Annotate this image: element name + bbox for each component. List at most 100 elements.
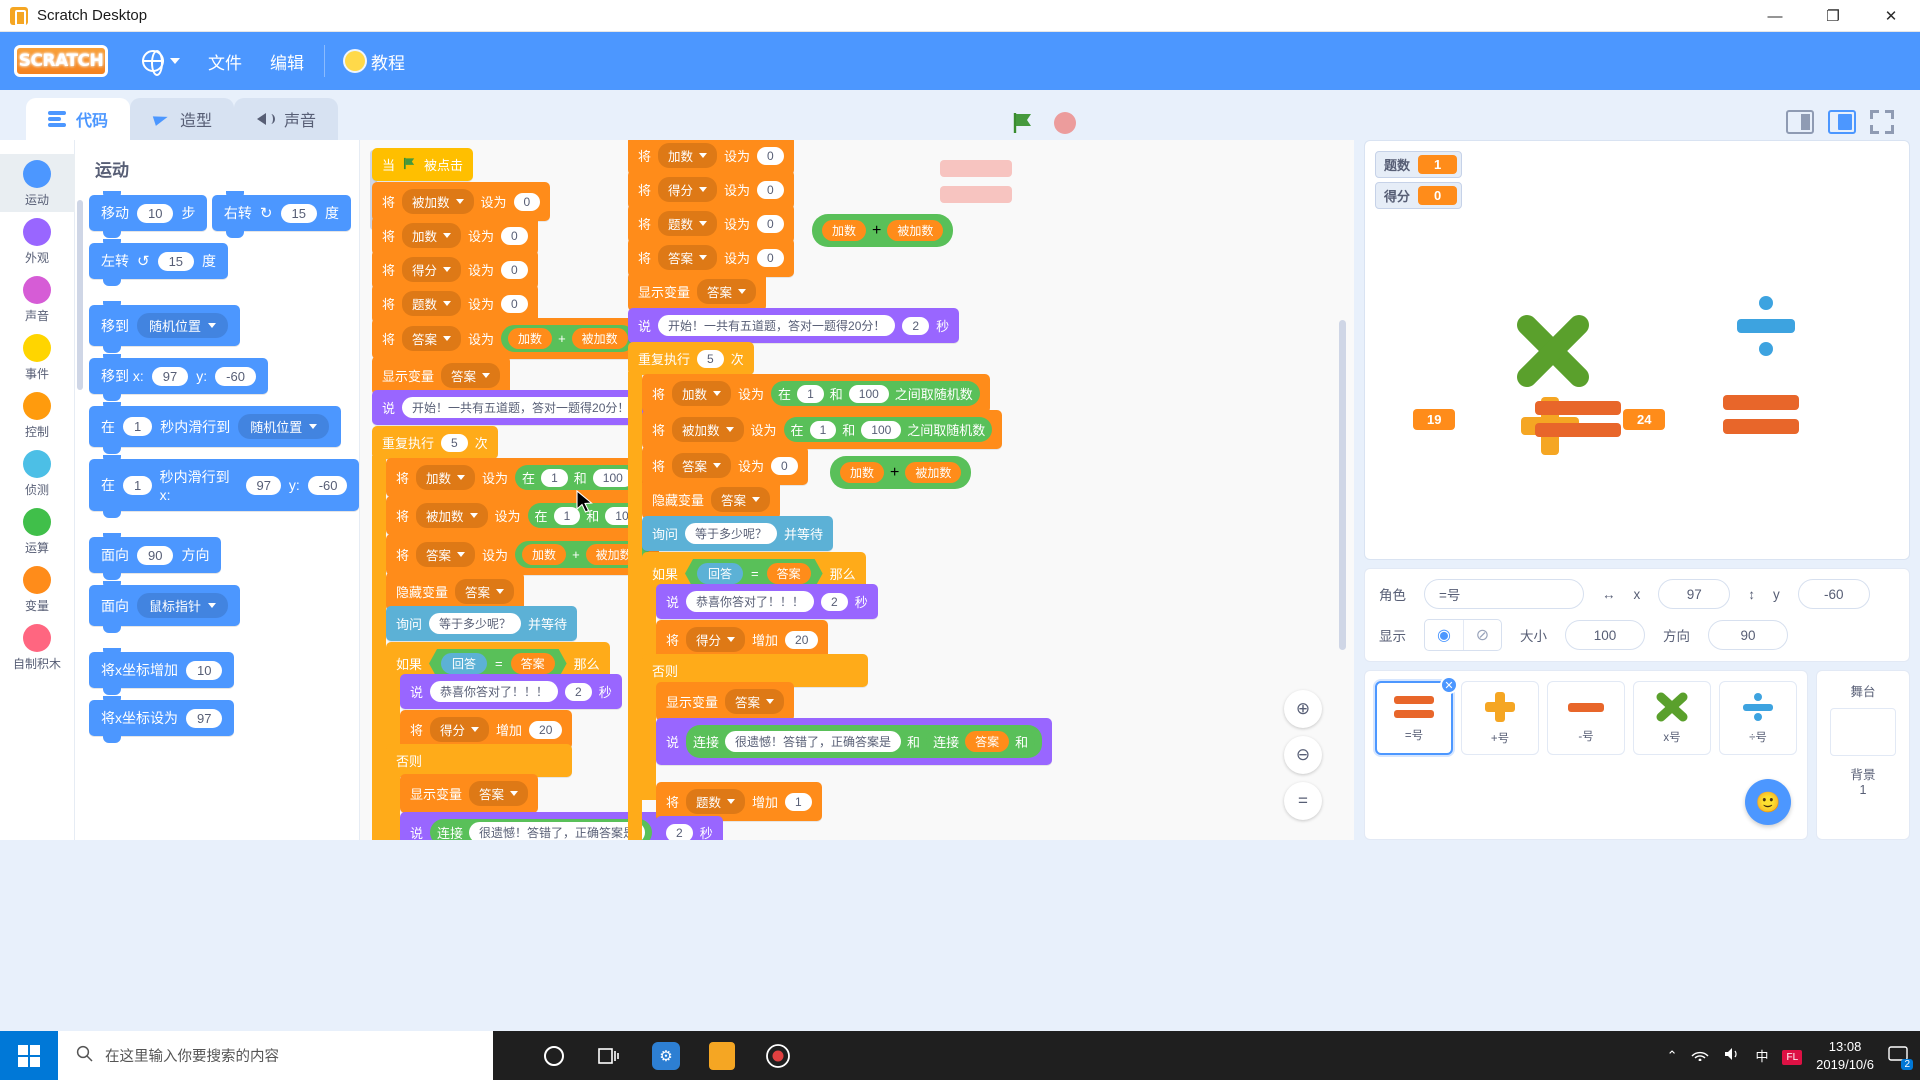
palette-block-turn-left[interactable]: 左转 ↺ 15 度 [89, 239, 229, 286]
palette-block-glide-xy[interactable]: 在 1 秒内滑行到 x: 97 y: -60 [89, 455, 359, 518]
delete-sprite-icon[interactable]: ✕ [1440, 676, 1458, 694]
variable-reporter-addend[interactable]: 加数 [522, 544, 567, 565]
variable-reporter-addend[interactable]: 加数 [840, 462, 885, 483]
close-button[interactable]: ✕ [1862, 0, 1920, 32]
variable-dropdown-addend[interactable]: 加数 [402, 223, 462, 248]
ask-question-input[interactable]: 等于多少呢？ [429, 613, 522, 634]
floating-operator-add-2[interactable]: 加数 + 被加数 [830, 456, 972, 489]
eye-icon[interactable]: ◉ [1425, 620, 1463, 650]
block2-say-correct[interactable]: 说 恭喜你答对了！！！ 2 秒 [656, 584, 878, 619]
green-flag-icon[interactable] [1010, 110, 1036, 136]
goto-target-dropdown[interactable]: 随机位置 [137, 313, 229, 338]
variable-dropdown-answer[interactable]: 答案 [402, 326, 462, 351]
palette-block-turn-right[interactable]: 右转 ↻ 15 度 [211, 191, 351, 238]
operator-join-outer[interactable]: 连接 很遗憾！答错了，正确答案是 和 连接 答案 和 [686, 725, 1043, 758]
join-text-input[interactable]: 很遗憾！答错了，正确答案是 [469, 822, 646, 840]
variable-dropdown-score[interactable]: 得分 [430, 717, 490, 742]
block-say-wrong[interactable]: 说 连接 很遗憾！答错了，正确答案是 [400, 812, 663, 840]
glide-xy-y-input[interactable]: -60 [307, 475, 347, 495]
app-blue-icon[interactable]: ⚙ [643, 1036, 689, 1076]
minimize-button[interactable]: — [1746, 0, 1804, 32]
say-secs-input[interactable]: 2 [902, 316, 930, 335]
variable-dropdown-score[interactable]: 得分 [402, 257, 462, 282]
maximize-button[interactable]: ❐ [1804, 0, 1862, 32]
glide-xy-secs-input[interactable]: 1 [123, 475, 152, 495]
block2-show-variable-answer-2[interactable]: 显示变量 答案 [656, 682, 795, 721]
palette-scrollbar[interactable] [77, 200, 83, 390]
add-sprite-button[interactable]: 🙂 [1745, 779, 1791, 825]
sprite-x-input[interactable]: 97 [1658, 579, 1731, 609]
category-operators[interactable]: 运算 [0, 502, 75, 560]
sensing-answer-reporter[interactable]: 回答 [697, 563, 743, 584]
block-else[interactable]: 否则 [386, 744, 573, 777]
variable-dropdown-qcount[interactable]: 题数 [686, 789, 746, 814]
show-variable-dropdown[interactable]: 答案 [697, 279, 757, 304]
operator-pick-random[interactable]: 在 1 和 100 之间取随机数 [771, 381, 980, 406]
zoom-out-button[interactable]: ⊖ [1284, 736, 1322, 774]
random-to-input[interactable]: 100 [861, 420, 902, 439]
menu-tutorials[interactable]: 教程 [331, 42, 419, 81]
fullscreen-icon[interactable] [1870, 110, 1894, 134]
block2-say-tail[interactable]: 2 秒 [656, 816, 723, 840]
set-value-input[interactable]: 0 [771, 456, 798, 475]
set-value-input[interactable]: 0 [513, 192, 541, 211]
palette-block-glide-to[interactable]: 在 1 秒内滑行到 随机位置 [89, 402, 342, 454]
change-amount-input[interactable]: 1 [785, 792, 812, 811]
menu-edit[interactable]: 编辑 [256, 42, 318, 81]
zoom-reset-button[interactable]: = [1284, 782, 1322, 820]
block2-show-variable-answer[interactable]: 显示变量 答案 [628, 272, 767, 311]
language-menu[interactable] [128, 43, 194, 79]
stage-sprite-divide[interactable] [1731, 291, 1801, 366]
variable-dropdown-addend[interactable]: 加数 [416, 465, 476, 490]
block-set-addend-random[interactable]: 将 加数 设为 在 1 和 100 [386, 458, 650, 497]
say-text-input[interactable]: 开始！一共有五道题，答对一题得20分！ [402, 397, 640, 418]
sensing-answer-reporter[interactable]: 回答 [441, 653, 487, 674]
change-amount-input[interactable]: 20 [785, 630, 819, 649]
show-variable-dropdown[interactable]: 答案 [469, 781, 529, 806]
block-set-augend-random[interactable]: 将 被加数 设为 在 1 和 100 [386, 496, 663, 535]
say-secs-input[interactable]: 2 [565, 682, 592, 701]
say-text-input[interactable]: 恭喜你答对了！！！ [430, 681, 559, 702]
set-value-input[interactable]: 0 [757, 214, 784, 233]
operator-join-inner[interactable]: 连接 答案 和 [926, 728, 1036, 755]
block2-repeat-5[interactable]: 重复执行 5 次 [628, 342, 754, 375]
code-workspace[interactable]: 当 被点击 将 被加数 设为 0 将 加数 设为 0 将 得分 设为 0 将 题… [360, 140, 1360, 840]
tab-code[interactable]: 代码 [26, 98, 131, 140]
set-x-input[interactable]: 97 [186, 708, 223, 728]
join-text-input[interactable]: 很遗憾！答错了，正确答案是 [725, 731, 902, 752]
floating-operator-add-1[interactable]: 加数 + 被加数 [812, 214, 954, 247]
zoom-in-button[interactable]: ⊕ [1284, 690, 1322, 728]
taskbar-search[interactable]: 在这里输入你要搜索的内容 [58, 1031, 493, 1080]
variable-dropdown-qcount[interactable]: 题数 [658, 211, 718, 236]
goto-y-input[interactable]: -60 [215, 366, 256, 386]
palette-block-set-x[interactable]: 将x坐标设为 97 [89, 696, 235, 743]
point-direction-input[interactable]: 90 [137, 545, 174, 565]
stage-area[interactable]: 题数 1 得分 0 19 24 [1364, 140, 1910, 560]
change-x-input[interactable]: 10 [186, 660, 223, 680]
sprite-card-equals[interactable]: ✕ =号 [1375, 676, 1458, 755]
turn-right-degrees-input[interactable]: 15 [280, 203, 317, 223]
menu-file[interactable]: 文件 [194, 42, 256, 81]
block-show-variable-answer-2[interactable]: 显示变量 答案 [400, 774, 539, 813]
show-variable-dropdown[interactable]: 答案 [725, 689, 785, 714]
random-to-input[interactable]: 100 [848, 384, 889, 403]
windows-start-icon[interactable] [0, 1031, 58, 1080]
random-from-input[interactable]: 1 [797, 384, 824, 403]
set-value-input[interactable]: 0 [501, 294, 528, 313]
stage-sprite-minus[interactable] [1721, 391, 1801, 456]
eye-slash-icon[interactable]: ⊘ [1463, 620, 1501, 650]
variable-reporter-augend[interactable]: 被加数 [571, 328, 628, 349]
category-sensing[interactable]: 侦测 [0, 444, 75, 502]
category-events[interactable]: 事件 [0, 328, 75, 386]
repeat-count-input[interactable]: 5 [441, 433, 468, 452]
variable-dropdown-answer[interactable]: 答案 [672, 453, 732, 478]
variable-reporter-augend[interactable]: 被加数 [905, 462, 962, 483]
operator-add[interactable]: 加数 + 被加数 [501, 325, 635, 352]
category-sound[interactable]: 声音 [0, 270, 75, 328]
tab-sounds[interactable]: 声音 [234, 98, 339, 140]
show-variable-dropdown[interactable]: 答案 [441, 363, 501, 388]
network-icon[interactable] [1691, 1047, 1709, 1064]
variable-reporter-answer[interactable]: 答案 [965, 731, 1010, 752]
stop-icon[interactable] [1054, 112, 1076, 134]
flash-icon[interactable]: FL [1782, 1048, 1803, 1065]
